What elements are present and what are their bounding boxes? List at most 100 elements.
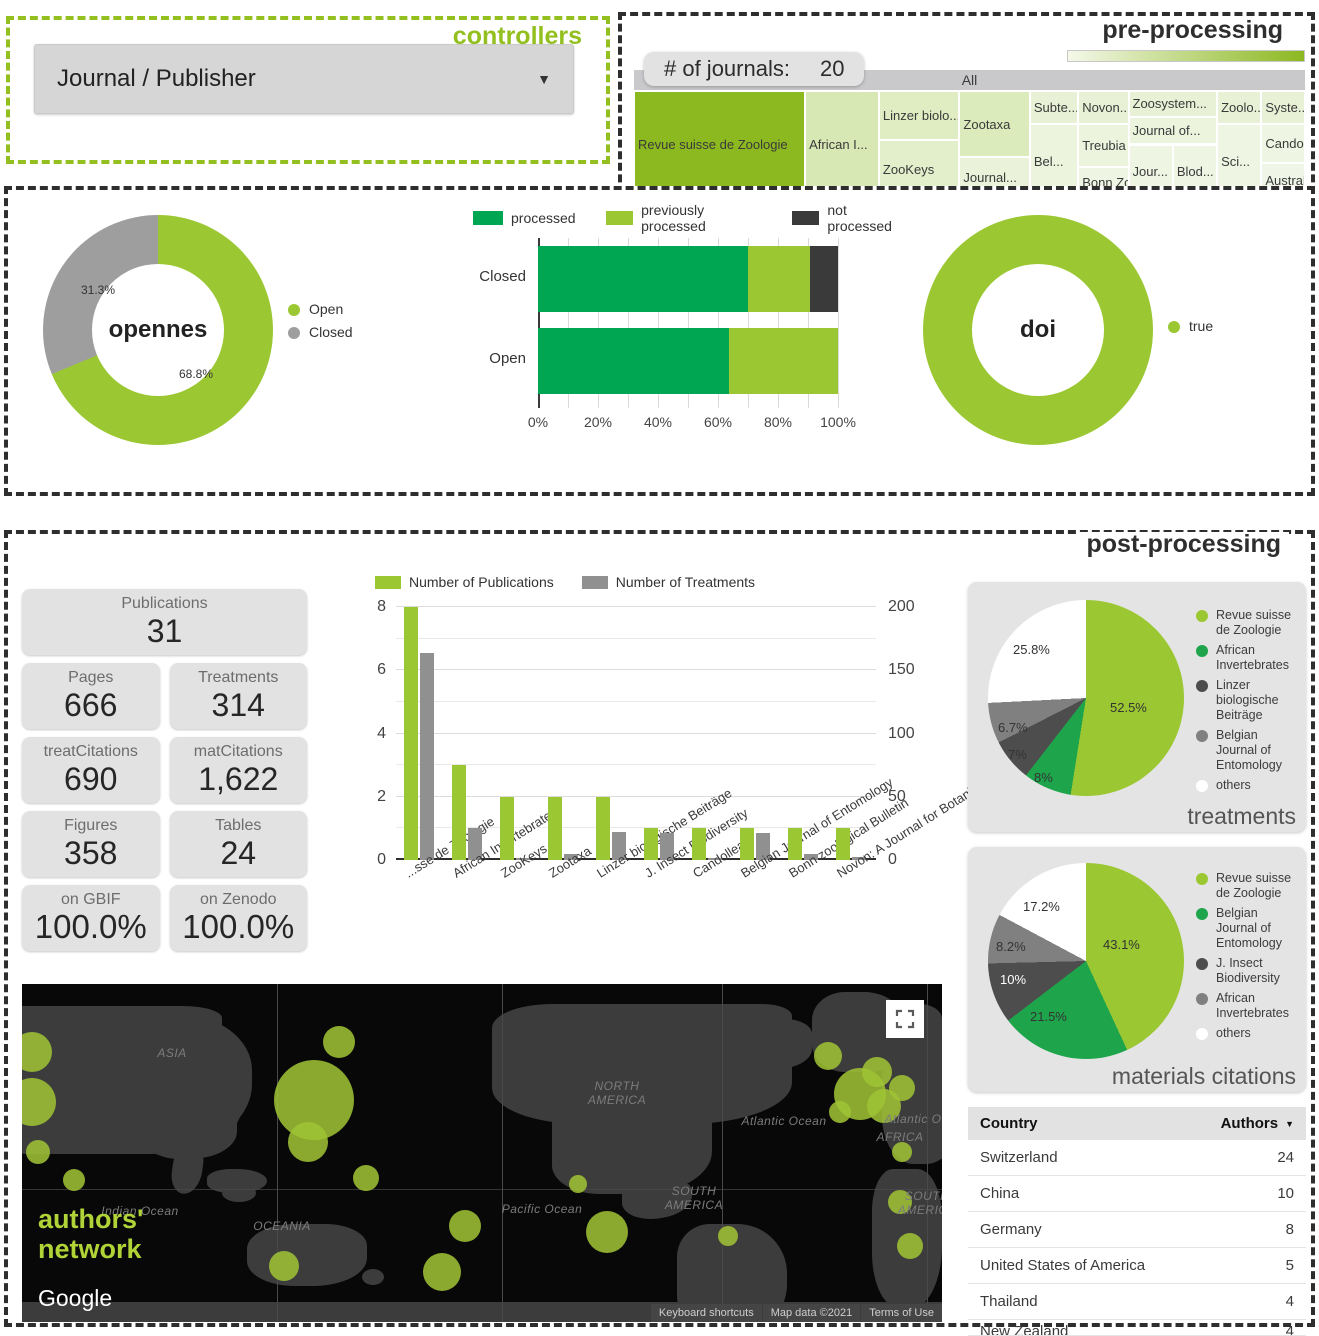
- bar-publications[interactable]: [547, 796, 563, 860]
- map-author-bubble[interactable]: [449, 1210, 481, 1242]
- processing-status-bar-chart[interactable]: processed previously processed not process…: [438, 198, 908, 438]
- legend-item[interactable]: others: [1196, 1026, 1302, 1041]
- stat-tile-treatments[interactable]: Treatments 314: [169, 663, 307, 729]
- map-author-bubble[interactable]: [862, 1057, 892, 1087]
- map-author-bubble[interactable]: [288, 1122, 328, 1162]
- treemap-cell[interactable]: Candollea: [1261, 124, 1305, 163]
- table-row[interactable]: Switzerland 24: [968, 1140, 1306, 1176]
- bar-segment[interactable]: [748, 246, 810, 312]
- treemap-cell[interactable]: Subte...: [1029, 91, 1079, 125]
- column-header-country[interactable]: Country: [980, 1115, 1221, 1132]
- legend-item-previously-processed[interactable]: previously processed: [605, 202, 762, 234]
- stat-tile-publications[interactable]: Publications 31: [22, 589, 307, 655]
- bar-publications[interactable]: [499, 796, 515, 860]
- treemap[interactable]: Revue suisse de Zoologie African I... Linz…: [634, 91, 1305, 198]
- treatments-pie-card[interactable]: Revue suisse de Zoologie African Inverteb…: [968, 582, 1306, 832]
- table-row[interactable]: New Zealand 4: [968, 1320, 1306, 1336]
- map-canvas[interactable]: ASIA NORTH AMERICA Atlantic Ocean AFRICA SOU…: [22, 984, 942, 1322]
- map-author-bubble[interactable]: [63, 1169, 85, 1191]
- treemap-cell[interactable]: Linzer biolo...: [878, 91, 960, 141]
- bar-publications[interactable]: [595, 796, 611, 860]
- map-author-bubble[interactable]: [353, 1165, 379, 1191]
- legend-item[interactable]: Revue suisse de Zoologie: [1196, 608, 1302, 638]
- map-author-bubble[interactable]: [569, 1175, 587, 1193]
- legend-item-Number-of-Treatments[interactable]: Number of Treatments: [581, 574, 755, 590]
- stat-tile-on-gbif[interactable]: on GBIF 100.0%: [22, 885, 160, 951]
- authors-network-map[interactable]: ASIA NORTH AMERICA Atlantic Ocean AFRICA SOU…: [22, 984, 942, 1322]
- map-author-bubble[interactable]: [269, 1251, 299, 1281]
- treemap-cell[interactable]: African I...: [805, 91, 879, 198]
- legend-item[interactable]: J. Insect Biodiversity: [1196, 956, 1302, 986]
- table-row[interactable]: China 10: [968, 1176, 1306, 1212]
- map-author-bubble[interactable]: [897, 1233, 923, 1259]
- treemap-cell[interactable]: Revue suisse de Zoologie: [634, 91, 806, 198]
- materials-citations-pie-card[interactable]: Revue suisse de Zoologie Belgian Journal …: [968, 847, 1306, 1092]
- treemap-cell[interactable]: Novon...: [1078, 91, 1129, 125]
- legend-item-Number-of-Publications[interactable]: Number of Publications: [375, 574, 554, 590]
- legend-item[interactable]: African Invertebrates: [1196, 643, 1302, 673]
- journal-publisher-select[interactable]: Journal / Publisher ▼: [34, 44, 574, 114]
- legend-item[interactable]: Linzer biologische Beiträge: [1196, 678, 1302, 723]
- legend-item[interactable]: Belgian Journal of Entomology: [1196, 728, 1302, 773]
- bar-publications[interactable]: [787, 828, 803, 860]
- bar-segment[interactable]: [809, 246, 838, 312]
- openness-donut-chart[interactable]: opennes 31.3% 68.8% Open Closed: [33, 210, 423, 460]
- stat-tile-treat-citations[interactable]: treatCitations 690: [22, 737, 160, 803]
- treemap-cell[interactable]: Journal of...: [1128, 116, 1218, 145]
- bar-group[interactable]: [451, 765, 483, 860]
- map-author-bubble[interactable]: [26, 1140, 50, 1164]
- map-author-bubble[interactable]: [829, 1101, 851, 1123]
- map-author-bubble[interactable]: [586, 1211, 628, 1253]
- legend-item[interactable]: Revue suisse de Zoologie: [1196, 871, 1302, 901]
- stacked-bar[interactable]: [538, 328, 838, 394]
- legend-item-closed[interactable]: Closed: [288, 321, 353, 344]
- treemap-cell[interactable]: Zoosystem...: [1128, 91, 1218, 117]
- bar-segment[interactable]: [728, 328, 838, 394]
- publications-treatments-bar-chart[interactable]: Number of Publications Number of Treatmen…: [333, 574, 1016, 974]
- map-author-bubble[interactable]: [423, 1253, 461, 1291]
- legend-item-true[interactable]: true: [1168, 315, 1213, 338]
- bar-segment[interactable]: [538, 328, 729, 394]
- bar-treatments[interactable]: [420, 652, 435, 860]
- treemap-cell[interactable]: Zootaxa: [959, 91, 1030, 158]
- stat-tile-on-zenodo[interactable]: on Zenodo 100.0%: [169, 885, 307, 951]
- map-author-bubble[interactable]: [889, 1075, 915, 1101]
- country-authors-table[interactable]: Country Authors ▼ Switzerland 24 China 10 Ge…: [968, 1107, 1306, 1336]
- bar-publications[interactable]: [643, 828, 659, 860]
- legend-item[interactable]: Belgian Journal of Entomology: [1196, 906, 1302, 951]
- map-author-bubble[interactable]: [892, 1142, 912, 1162]
- map-region-label: Atlantic Ocean: [741, 1114, 827, 1128]
- bar-publications[interactable]: [403, 607, 419, 860]
- stat-tile-tables[interactable]: Tables 24: [169, 811, 307, 877]
- map-keyboard-shortcuts[interactable]: Keyboard shortcuts: [650, 1304, 762, 1322]
- map-author-bubble[interactable]: [323, 1026, 355, 1058]
- stacked-bar[interactable]: [538, 246, 838, 312]
- stat-tile-figures[interactable]: Figures 358: [22, 811, 160, 877]
- treemap-cell[interactable]: Syste...: [1261, 91, 1305, 125]
- doi-donut-chart[interactable]: doi true: [913, 210, 1303, 460]
- column-header-authors[interactable]: Authors ▼: [1221, 1115, 1294, 1132]
- bar-group[interactable]: [403, 607, 435, 860]
- bar-publications[interactable]: [691, 828, 707, 860]
- map-author-bubble[interactable]: [814, 1042, 842, 1070]
- bar-segment[interactable]: [538, 246, 748, 312]
- fullscreen-icon[interactable]: [886, 1000, 924, 1038]
- table-row[interactable]: United States of America 5: [968, 1248, 1306, 1284]
- table-row[interactable]: Germany 8: [968, 1212, 1306, 1248]
- stat-tile-pages[interactable]: Pages 666: [22, 663, 160, 729]
- bar-publications[interactable]: [451, 765, 467, 860]
- legend-item-open[interactable]: Open: [288, 298, 353, 321]
- bar-publications[interactable]: [739, 828, 755, 860]
- legend-item[interactable]: African Invertebrates: [1196, 991, 1302, 1021]
- treemap-cell[interactable]: Treubia: [1078, 124, 1129, 167]
- legend-item[interactable]: others: [1196, 778, 1302, 793]
- stat-value-on-zenodo: 100.0%: [182, 908, 295, 945]
- map-terms-of-use[interactable]: Terms of Use: [861, 1304, 942, 1322]
- stat-tile-mat-citations[interactable]: matCitations 1,622: [169, 737, 307, 803]
- map-author-bubble[interactable]: [718, 1226, 738, 1246]
- table-row[interactable]: Thailand 4: [968, 1284, 1306, 1320]
- treemap-cell[interactable]: Zoolo...: [1217, 91, 1262, 125]
- legend-item-not-processed[interactable]: not processed: [791, 202, 908, 234]
- legend-item-processed[interactable]: processed: [473, 210, 576, 226]
- bar-publications[interactable]: [835, 828, 851, 860]
